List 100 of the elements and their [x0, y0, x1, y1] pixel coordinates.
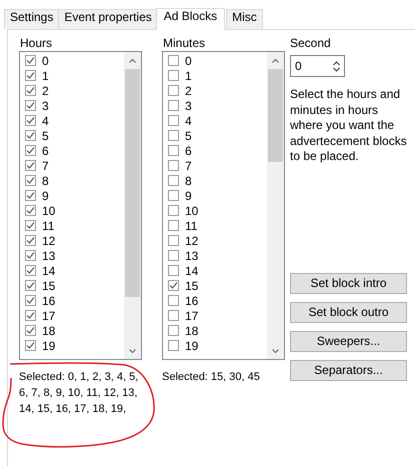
checkbox[interactable] [168, 295, 179, 306]
checkbox[interactable] [25, 220, 36, 231]
checkbox-label: 18 [42, 324, 56, 338]
checkbox-label: 7 [185, 158, 192, 172]
action-button[interactable]: Set block outro [290, 302, 407, 322]
checkbox-label: 2 [185, 84, 192, 98]
scrollbar[interactable] [267, 52, 284, 359]
checkbox-label: 19 [185, 338, 198, 352]
checkbox[interactable] [168, 85, 179, 96]
list-label: Minutes [162, 37, 206, 50]
description-text: Select the hours and minutes in hours where you want the advertecement blocks to be placed. [290, 87, 407, 164]
checkbox[interactable] [168, 190, 179, 201]
checkbox[interactable] [168, 310, 179, 321]
checkbox-label: 16 [185, 294, 198, 308]
checkbox[interactable] [25, 265, 36, 276]
checkbox-label: 14 [42, 264, 56, 278]
checkbox-label: 16 [42, 294, 56, 308]
checkbox[interactable] [25, 85, 36, 96]
checkbox-label: 15 [185, 278, 198, 292]
checkbox-label: 1 [185, 68, 192, 82]
checkbox[interactable] [25, 115, 36, 126]
tab[interactable]: Settings [4, 9, 60, 29]
checkbox[interactable] [168, 250, 179, 261]
checkbox[interactable] [168, 145, 179, 156]
checkbox[interactable] [168, 115, 179, 126]
checkbox-list[interactable]: 0 1 2 3 4 5 6 7 8 9 10 11 12 13 14 15 16 17 18 19 [19, 51, 142, 360]
checkbox-label: 4 [42, 114, 49, 128]
checkbox[interactable] [168, 160, 179, 171]
checkbox-label: 19 [42, 338, 56, 352]
checkbox-label: 18 [185, 324, 198, 338]
checkbox[interactable] [25, 145, 36, 156]
checkbox[interactable] [168, 175, 179, 186]
checkbox[interactable] [25, 250, 36, 261]
checkbox-label: 0 [185, 54, 192, 68]
checkbox-label: 5 [42, 128, 49, 142]
checkbox-label: 3 [42, 98, 49, 112]
checkbox[interactable] [25, 295, 36, 306]
spin-box[interactable]: 0 [290, 55, 345, 77]
checkbox-label: 15 [42, 278, 56, 292]
checkbox[interactable] [25, 235, 36, 246]
checkbox-list[interactable]: 0 1 2 3 4 5 6 7 8 9 10 11 12 13 14 15 16 17 18 19 [162, 51, 285, 360]
checkbox[interactable] [25, 325, 36, 336]
checkbox[interactable] [168, 235, 179, 246]
checkbox[interactable] [168, 55, 179, 66]
checkbox[interactable] [168, 100, 179, 111]
checkbox[interactable] [25, 280, 36, 291]
checkbox-label: 13 [42, 248, 56, 262]
checkbox[interactable] [25, 205, 36, 216]
checkbox-label: 7 [42, 158, 49, 172]
checkbox-label: 1 [42, 68, 49, 82]
checkbox-label: 0 [42, 54, 49, 68]
checkbox[interactable] [25, 70, 36, 81]
checkbox[interactable] [25, 340, 36, 351]
checkbox-label: 8 [185, 174, 192, 188]
checkbox[interactable] [25, 310, 36, 321]
checkbox-label: 10 [42, 204, 56, 218]
field-label: Second [290, 37, 332, 50]
selection-summary: Selected: 0, 1, 2, 3, 4, 5, 6, 7, 8, 9, 10, 11, 12, 13, 14, 15, 16, 17, 18, 19, [19, 370, 140, 417]
checkbox-label: 11 [42, 218, 54, 232]
checkbox[interactable] [168, 325, 179, 336]
checkbox-label: 17 [185, 308, 198, 322]
checkbox-label: 4 [185, 114, 192, 128]
scrollbar[interactable] [124, 52, 141, 359]
checkbox[interactable] [168, 280, 179, 291]
checkbox[interactable] [25, 175, 36, 186]
checkbox-label: 5 [185, 128, 192, 142]
checkbox[interactable] [168, 340, 179, 351]
checkbox-label: 12 [185, 234, 198, 248]
action-button[interactable]: Sweepers... [290, 330, 407, 352]
checkbox[interactable] [168, 130, 179, 141]
checkbox-label: 8 [42, 174, 49, 188]
checkbox[interactable] [168, 265, 179, 276]
checkbox-label: 12 [42, 234, 56, 248]
checkbox-label: 10 [185, 204, 198, 218]
list-label: Hours [19, 37, 54, 50]
tab[interactable]: Misc [226, 9, 263, 29]
checkbox-label: 6 [185, 144, 192, 158]
checkbox-label: 9 [42, 188, 49, 202]
checkbox-label: 13 [185, 248, 198, 262]
checkbox-label: 3 [185, 98, 192, 112]
checkbox[interactable] [168, 205, 179, 216]
checkbox-label: 17 [42, 308, 56, 322]
selection-summary: Selected: 15, 30, 45 [162, 370, 261, 385]
tab[interactable]: Event properties [58, 9, 158, 29]
checkbox-label: 2 [42, 84, 49, 98]
action-button[interactable]: Separators... [290, 360, 407, 380]
action-button[interactable]: Set block intro [290, 272, 407, 294]
checkbox[interactable] [25, 160, 36, 171]
checkbox[interactable] [25, 190, 36, 201]
checkbox-label: 6 [42, 144, 49, 158]
checkbox-label: 9 [185, 188, 192, 202]
checkbox[interactable] [25, 130, 36, 141]
checkbox[interactable] [168, 220, 179, 231]
checkbox-label: 11 [185, 218, 198, 232]
spin-arrows-icon[interactable] [333, 60, 340, 72]
checkbox[interactable] [168, 70, 179, 81]
checkbox[interactable] [25, 100, 36, 111]
tab[interactable]: Ad Blocks [156, 8, 226, 30]
checkbox-label: 14 [185, 264, 198, 278]
checkbox[interactable] [25, 55, 36, 66]
